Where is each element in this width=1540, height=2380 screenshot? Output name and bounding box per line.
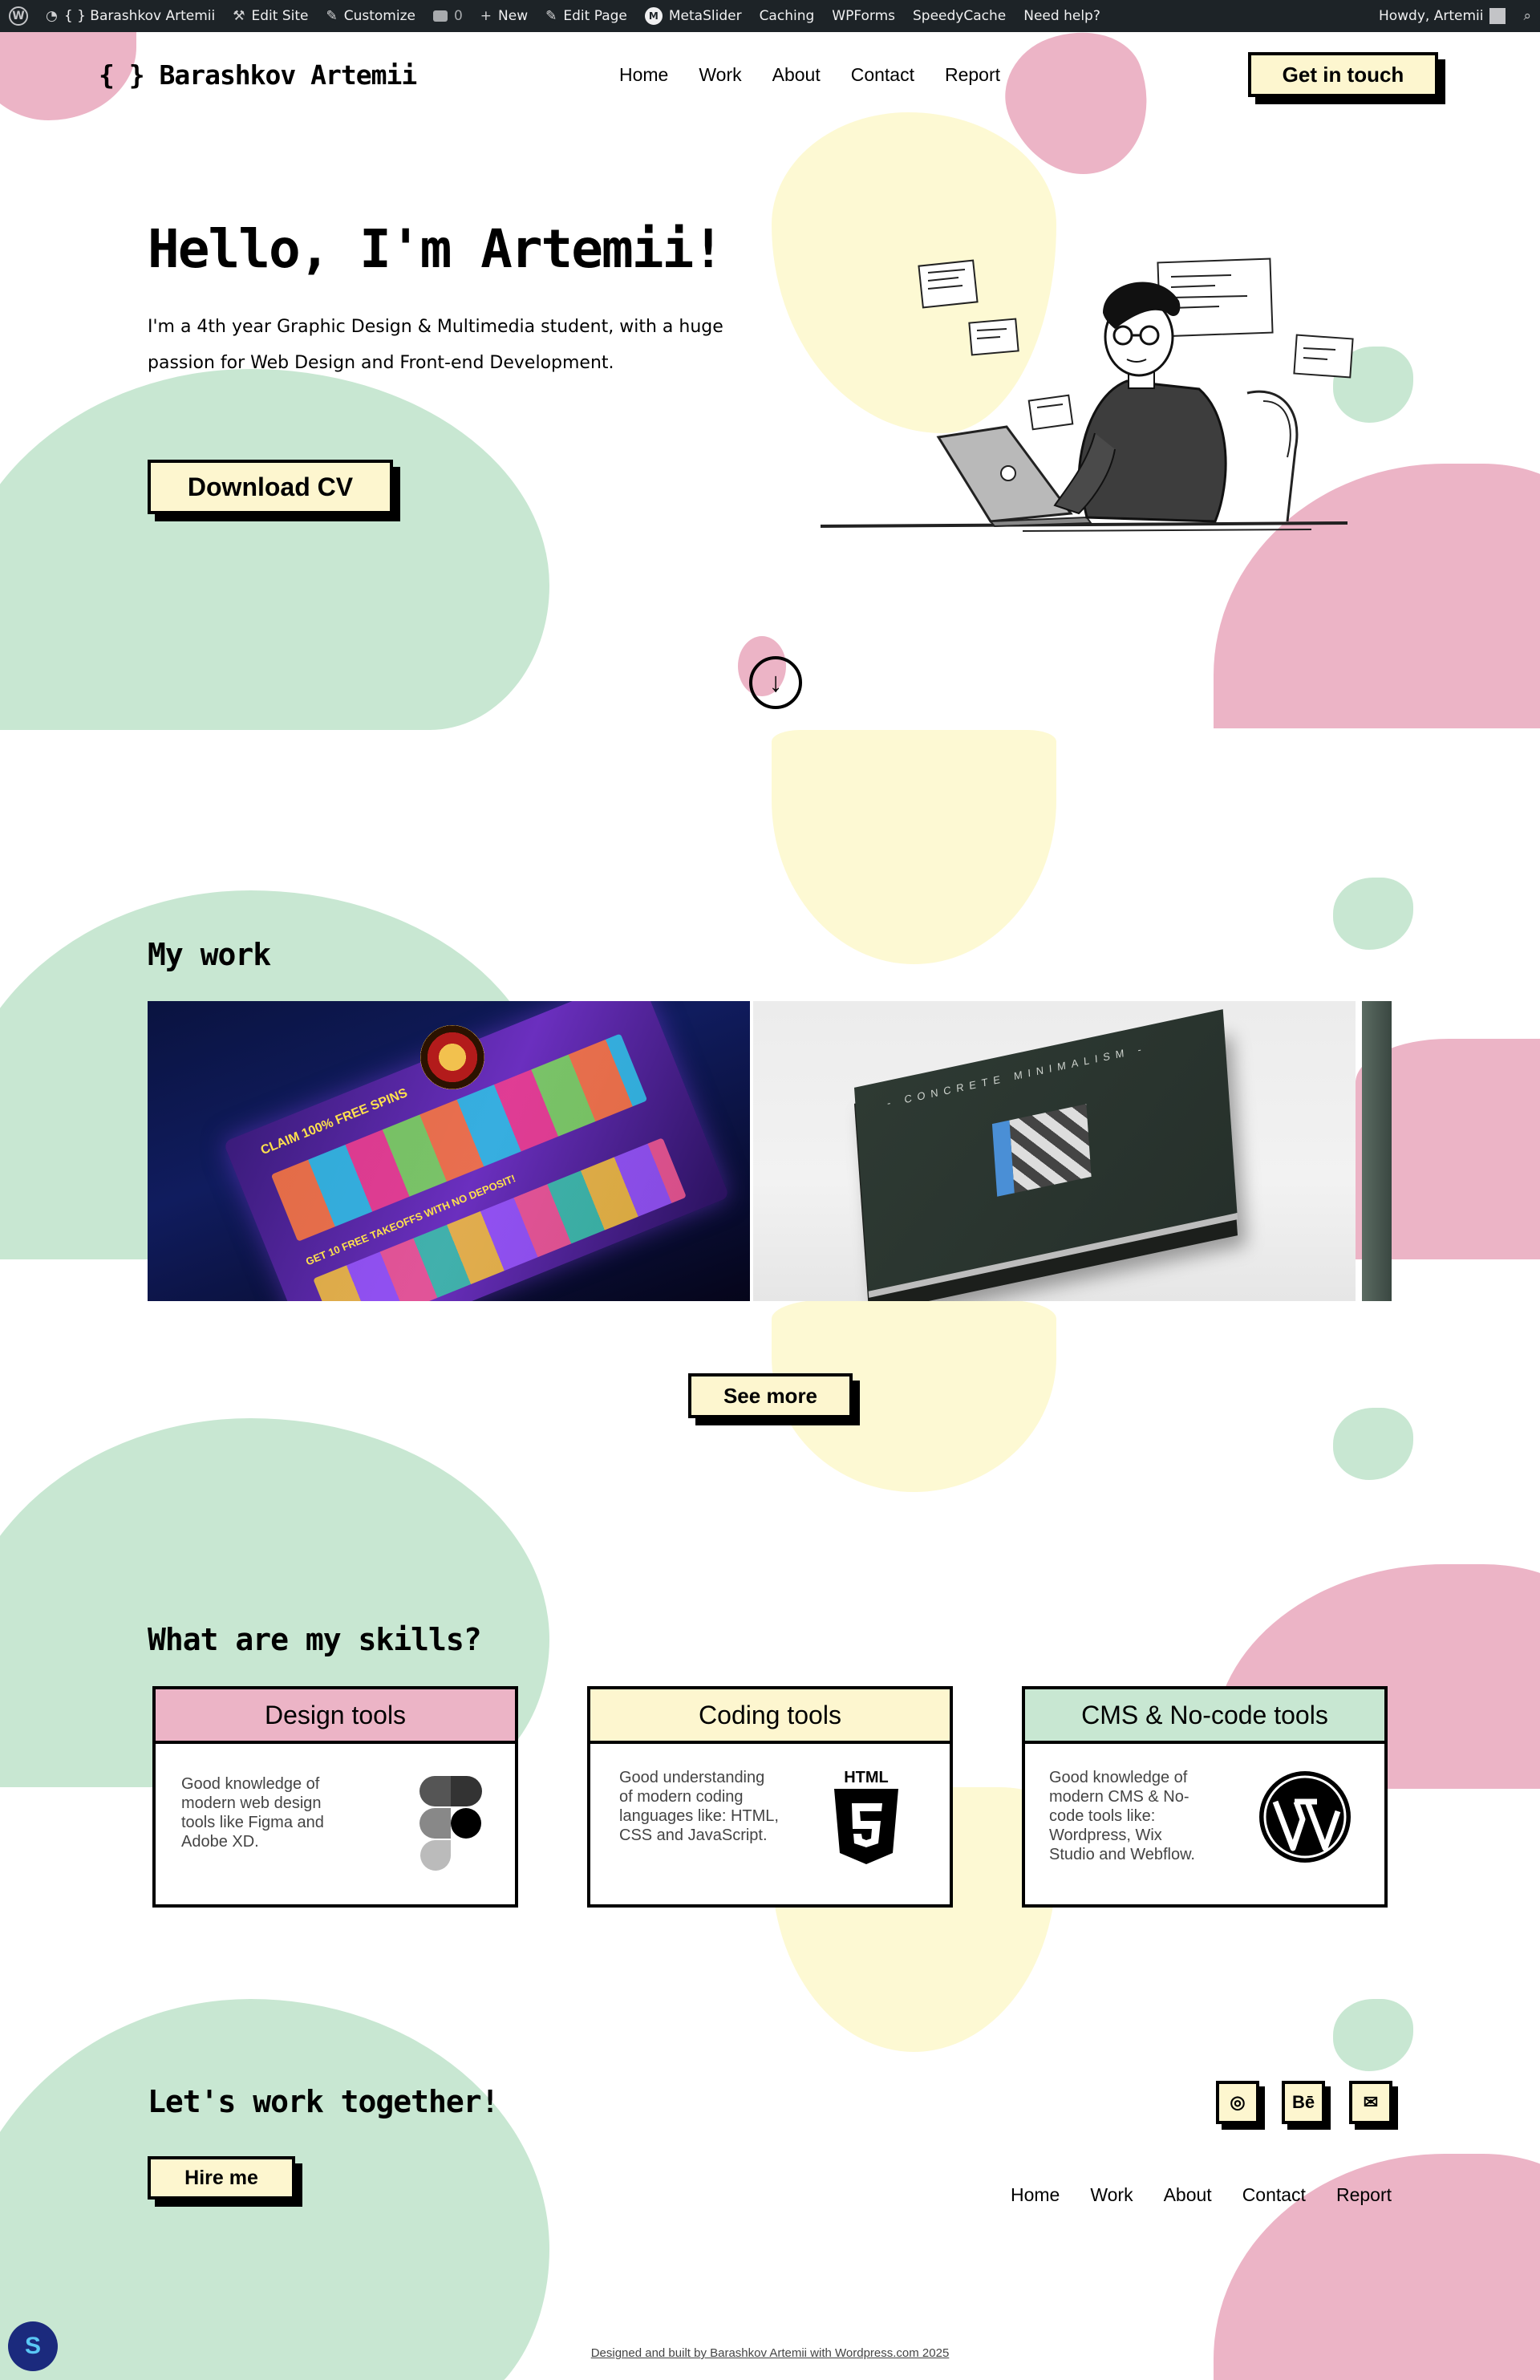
wordpress-menu[interactable]: W (0, 0, 37, 32)
wordpress-icon (1259, 1771, 1351, 1863)
admin-metaslider[interactable]: M MetaSlider (636, 0, 751, 32)
admin-edit-site[interactable]: ⚒ Edit Site (224, 0, 317, 32)
skills-section-title: What are my skills? (148, 1622, 482, 1657)
footer-nav: Home Work About Contact Report (1011, 2184, 1392, 2206)
admin-customize[interactable]: ✎ Customize (317, 0, 424, 32)
footer-nav-work[interactable]: Work (1090, 2184, 1133, 2206)
roulette-icon (420, 1025, 484, 1089)
skill-card-title: Coding tools (590, 1689, 950, 1744)
admin-site-name[interactable]: ◔{ } Barashkov Artemii (37, 0, 224, 32)
footer-nav-contact[interactable]: Contact (1242, 2184, 1306, 2206)
skill-card-text: Good understanding of modern coding lang… (619, 1769, 779, 1844)
book-title: - CONCRETE MINIMALISM - (886, 1041, 1148, 1109)
decor-blob (1333, 1408, 1413, 1480)
avatar (1489, 8, 1506, 24)
scroll-down-icon[interactable]: ↓ (749, 656, 802, 709)
footer-nav-report[interactable]: Report (1336, 2184, 1392, 2206)
plus-icon: + (480, 8, 492, 24)
nav-home[interactable]: Home (619, 64, 668, 86)
work-section-title: My work (148, 937, 271, 972)
search-icon: ⌕ (1523, 8, 1531, 24)
work-item-book[interactable]: - CONCRETE MINIMALISM - (753, 1001, 1356, 1301)
admin-help[interactable]: Need help? (1015, 0, 1109, 32)
skill-card-text: Good knowledge of modern CMS & No-code t… (1049, 1769, 1195, 1863)
work-item-casino[interactable]: CLAIM 100% FREE SPINS GET 10 FREE TAKEOF… (148, 1001, 750, 1301)
skill-card-design: Design tools Good knowledge of modern we… (152, 1686, 518, 1908)
admin-account[interactable]: Howdy, Artemii (1370, 0, 1515, 32)
nav-about[interactable]: About (772, 64, 821, 86)
footer-credit[interactable]: Designed and built by Barashkov Artemii … (0, 2346, 1540, 2360)
speedycache-badge-icon[interactable]: S (8, 2321, 58, 2371)
footer-cta-title: Let's work together! (148, 2084, 500, 2119)
mail-icon[interactable]: ✉ (1349, 2081, 1392, 2124)
hero-title: Hello, I'm Artemii! (148, 218, 724, 280)
decor-blob (1333, 1999, 1413, 2071)
nav-report[interactable]: Report (945, 64, 1000, 86)
admin-bar: W ◔{ } Barashkov Artemii ⚒ Edit Site ✎ Cus… (0, 0, 1540, 32)
comment-icon (432, 10, 448, 22)
html5-icon: HTML (834, 1769, 898, 1864)
developer-illustration (820, 257, 1354, 532)
nav-work[interactable]: Work (699, 64, 741, 86)
hero-description: I'm a 4th year Graphic Design & Multimed… (148, 317, 723, 373)
book-artwork (991, 1104, 1092, 1197)
see-more-button[interactable]: See more (688, 1373, 853, 1418)
hire-me-button[interactable]: Hire me (148, 2156, 295, 2200)
admin-new[interactable]: + New (472, 0, 537, 32)
behance-icon[interactable]: Bē (1282, 2081, 1325, 2124)
skill-card-title: CMS & No-code tools (1025, 1689, 1384, 1744)
work-item-next-peek[interactable] (1362, 1001, 1392, 1301)
brush-icon: ✎ (326, 8, 338, 24)
admin-caching[interactable]: Caching (751, 0, 824, 32)
skill-card-text: Good knowledge of modern web design tool… (181, 1775, 324, 1851)
footer-nav-home[interactable]: Home (1011, 2184, 1060, 2206)
decor-blob (772, 730, 1056, 964)
footer-nav-about[interactable]: About (1164, 2184, 1212, 2206)
wordpress-logo-icon: W (9, 6, 28, 26)
main-nav: Home Work About Contact Report (619, 64, 1000, 86)
instagram-icon[interactable]: ◎ (1216, 2081, 1259, 2124)
skill-card-coding: Coding tools Good understanding of moder… (587, 1686, 953, 1908)
site-logo[interactable]: { } Barashkov Artemii (99, 59, 417, 91)
book-cover: - CONCRETE MINIMALISM - (853, 1009, 1238, 1298)
get-in-touch-button[interactable]: Get in touch (1248, 52, 1438, 97)
nav-contact[interactable]: Contact (851, 64, 914, 86)
admin-speedycache[interactable]: SpeedyCache (904, 0, 1015, 32)
decor-blob (0, 369, 549, 730)
html5-label: HTML (844, 1769, 889, 1786)
admin-wpforms[interactable]: WPForms (823, 0, 904, 32)
dashboard-icon: ◔ (46, 8, 58, 24)
hammer-icon: ⚒ (233, 8, 245, 24)
admin-search[interactable]: ⌕ (1514, 0, 1540, 32)
metaslider-icon: M (644, 7, 663, 25)
skill-card-cms: CMS & No-code tools Good knowledge of mo… (1022, 1686, 1388, 1908)
admin-comments[interactable]: 0 (424, 0, 472, 32)
figma-icon (419, 1776, 482, 1871)
skill-card-title: Design tools (156, 1689, 515, 1744)
decor-blob (1333, 878, 1413, 950)
pencil-icon: ✎ (545, 8, 557, 24)
admin-edit-page[interactable]: ✎ Edit Page (537, 0, 636, 32)
download-cv-button[interactable]: Download CV (148, 460, 393, 514)
